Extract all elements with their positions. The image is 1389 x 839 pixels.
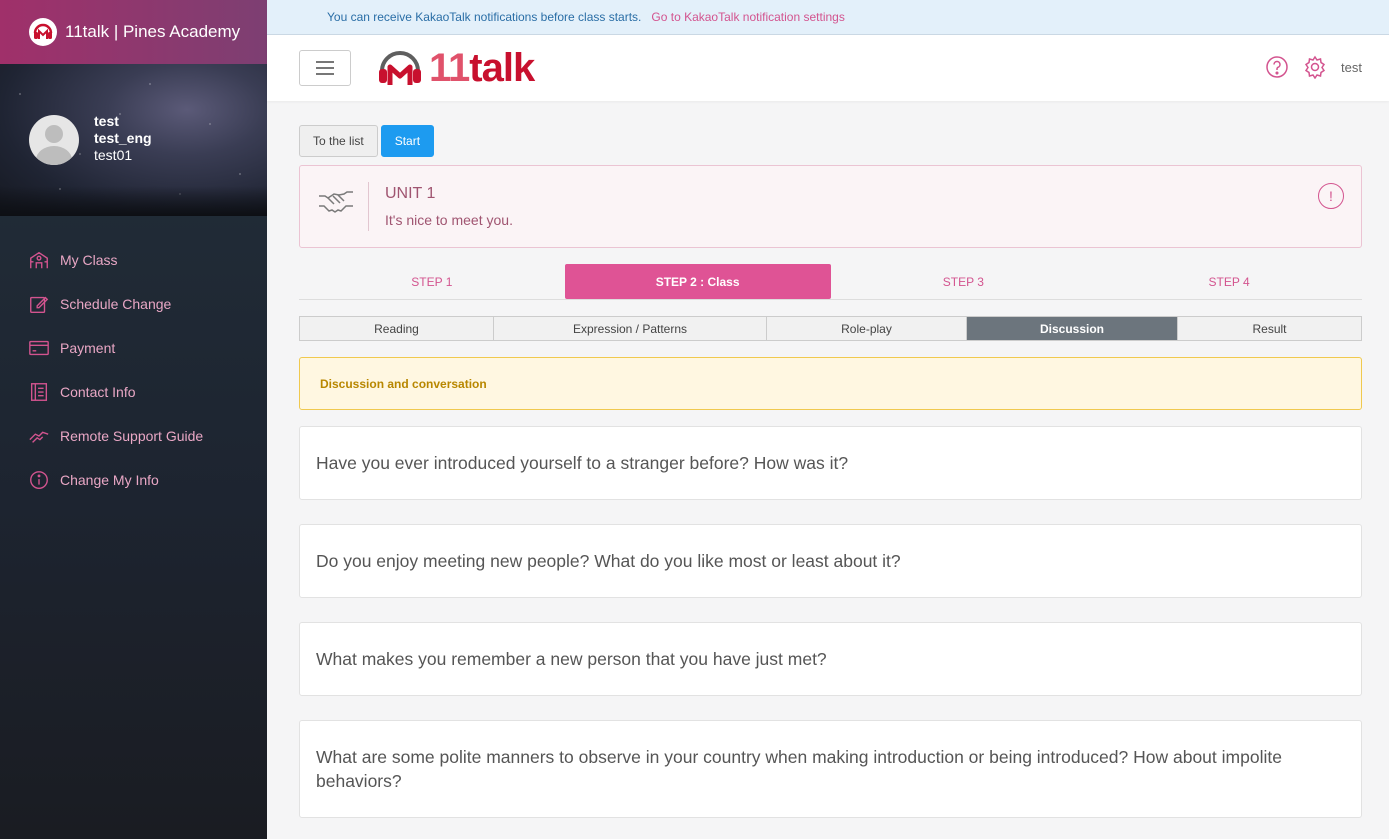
help-icon[interactable] bbox=[1265, 55, 1289, 79]
notice-text: You can receive KakaoTalk notifications … bbox=[327, 10, 642, 24]
step-tabs: STEP 1 STEP 2 : Class STEP 3 STEP 4 bbox=[299, 264, 1362, 300]
user-name[interactable]: test bbox=[1341, 60, 1362, 75]
profile-id: test01 bbox=[94, 147, 133, 163]
main: You can receive KakaoTalk notifications … bbox=[267, 0, 1389, 839]
avatar[interactable] bbox=[29, 115, 79, 165]
site-logo[interactable]: 11talk bbox=[377, 45, 535, 91]
sidebar-item-remote-support-guide[interactable]: Remote Support Guide bbox=[0, 414, 267, 458]
tab-role-play[interactable]: Role-play bbox=[767, 317, 967, 340]
sidebar-item-label: Change My Info bbox=[60, 472, 159, 488]
alert-icon[interactable]: ! bbox=[1318, 183, 1344, 209]
step-4-tab[interactable]: STEP 4 bbox=[1096, 264, 1362, 299]
kakaotalk-settings-link[interactable]: Go to KakaoTalk notification settings bbox=[651, 10, 844, 24]
step-2-tab[interactable]: STEP 2 : Class bbox=[564, 264, 831, 299]
brand-name: 11talk | Pines Academy bbox=[65, 22, 241, 41]
sidebar-item-my-class[interactable]: My Class bbox=[0, 238, 267, 282]
horizon bbox=[0, 186, 267, 216]
question-card: Do you enjoy meeting new people? What do… bbox=[299, 524, 1362, 598]
school-icon bbox=[30, 251, 48, 269]
sidebar-nav: My Class Schedule Change Payment Contact… bbox=[0, 216, 267, 502]
header: 11talk test bbox=[267, 35, 1389, 101]
profile-eng-name: test_eng bbox=[94, 130, 152, 146]
book-icon bbox=[30, 383, 48, 401]
edit-icon bbox=[30, 296, 49, 313]
headphones-logo-icon bbox=[379, 51, 421, 85]
logo-text: 11talk bbox=[429, 45, 535, 90]
sidebar: 11talk | Pines Academy test test_eng tes… bbox=[0, 0, 267, 839]
section-heading: Discussion and conversation bbox=[299, 357, 1362, 410]
sidebar-item-label: My Class bbox=[60, 252, 118, 268]
tab-expression-patterns[interactable]: Expression / Patterns bbox=[494, 317, 767, 340]
brand-logo-icon bbox=[29, 18, 57, 46]
menu-toggle-button[interactable] bbox=[299, 50, 351, 86]
handshake-icon bbox=[319, 191, 353, 213]
sidebar-item-label: Remote Support Guide bbox=[60, 428, 204, 444]
card-icon bbox=[29, 340, 49, 356]
profile-card: test test_eng test01 bbox=[0, 64, 267, 216]
unit-subtitle: It's nice to meet you. bbox=[385, 212, 513, 228]
brand-bar[interactable]: 11talk | Pines Academy bbox=[0, 0, 267, 64]
lesson-content: To the list Start UNIT 1 It's nice to me… bbox=[299, 125, 1362, 818]
start-button[interactable]: Start bbox=[380, 125, 435, 157]
handshake-icon bbox=[29, 431, 49, 443]
sidebar-item-change-my-info[interactable]: Change My Info bbox=[0, 458, 267, 502]
notification-banner: You can receive KakaoTalk notifications … bbox=[267, 0, 1389, 35]
to-the-list-button[interactable]: To the list bbox=[299, 125, 378, 157]
unit-title: UNIT 1 bbox=[385, 185, 436, 202]
question-card: What makes you remember a new person tha… bbox=[299, 622, 1362, 696]
sidebar-item-contact-info[interactable]: Contact Info bbox=[0, 370, 267, 414]
tab-result[interactable]: Result bbox=[1178, 317, 1361, 340]
question-card: Have you ever introduced yourself to a s… bbox=[299, 426, 1362, 500]
step-3-tab[interactable]: STEP 3 bbox=[831, 264, 1097, 299]
section-tabs: Reading Expression / Patterns Role-play … bbox=[299, 316, 1362, 341]
sidebar-item-label: Schedule Change bbox=[60, 296, 172, 312]
question-card: What are some polite manners to observe … bbox=[299, 720, 1362, 818]
tab-reading[interactable]: Reading bbox=[300, 317, 494, 340]
tab-discussion[interactable]: Discussion bbox=[967, 317, 1178, 340]
profile-name: test bbox=[94, 113, 119, 129]
sidebar-item-label: Payment bbox=[60, 340, 116, 356]
sidebar-item-schedule-change[interactable]: Schedule Change bbox=[0, 282, 267, 326]
info-icon bbox=[30, 471, 48, 489]
step-1-tab[interactable]: STEP 1 bbox=[299, 264, 565, 299]
sidebar-item-payment[interactable]: Payment bbox=[0, 326, 267, 370]
gear-icon[interactable] bbox=[1303, 55, 1327, 79]
unit-card: UNIT 1 It's nice to meet you. ! bbox=[299, 165, 1362, 248]
sidebar-item-label: Contact Info bbox=[60, 384, 136, 400]
